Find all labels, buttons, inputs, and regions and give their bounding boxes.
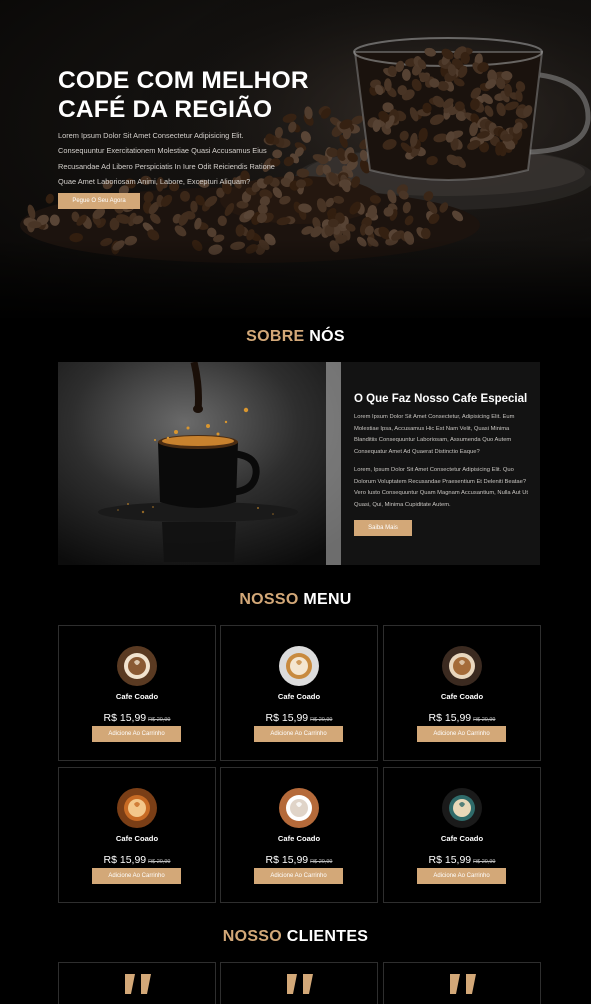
clients-title-accent: NOSSO [222,928,283,945]
coffee-cup-image [279,788,319,828]
client-card [220,962,378,1004]
quote-icon [125,974,151,994]
menu-item-price-row: R$ 15,99 R$ 20,99 [59,708,215,726]
menu-item-price-row: R$ 15,99 R$ 20,99 [384,850,540,868]
add-to-cart-button[interactable]: Adicione Ao Carrinho [92,726,181,742]
clients-title-rest: CLIENTES [282,928,369,945]
coffee-cup-image [117,788,157,828]
coffee-cup-image [442,646,482,686]
menu-item-name: Cafe Coado [440,692,484,701]
menu-item-name: Cafe Coado [277,692,321,701]
menu-item-price-row: R$ 15,99 R$ 20,99 [221,708,377,726]
about-heading: O Que Faz Nosso Cafe Especial [354,393,528,405]
menu-item-price-row: R$ 15,99 R$ 20,99 [59,850,215,868]
menu-item-price: R$ 15,99 [428,712,472,724]
add-to-cart-button[interactable]: Adicione Ao Carrinho [92,868,181,884]
menu-item-price: R$ 15,99 [103,854,147,866]
menu-item-card: Cafe Coado R$ 15,99 R$ 20,99 Adicione Ao Ca… [383,625,541,761]
quote-icon [287,974,313,994]
menu-item-card: Cafe Coado R$ 15,99 R$ 20,99 Adicione Ao Ca… [220,625,378,761]
menu-item-price-row: R$ 15,99 R$ 20,99 [221,850,377,868]
hero-section: CODE COM MELHOR CAFÉ DA REGIÃO Lorem Ips… [0,0,591,318]
about-title-accent: SOBRE [246,328,305,345]
menu-item-old-price: R$ 20,99 [148,859,171,865]
client-card [383,962,541,1004]
menu-item-name: Cafe Coado [115,834,159,843]
quote-icon [450,974,476,994]
menu-title-accent: NOSSO [239,591,299,608]
about-paragraph-1: Lorem Ipsum Dolor Sit Amet Consectetur, … [354,414,515,456]
coffee-cup-image [279,646,319,686]
clients-section-title: NOSSO CLIENTES [0,928,591,946]
menu-item-price: R$ 15,99 [103,712,147,724]
menu-item-card: Cafe Coado R$ 15,99 R$ 20,99 Adicione Ao Ca… [383,767,541,903]
menu-item-card: Cafe Coado R$ 15,99 R$ 20,99 Adicione Ao Ca… [58,767,216,903]
menu-item-old-price: R$ 20,99 [148,717,171,723]
coffee-splash-image [58,362,341,565]
add-to-cart-button[interactable]: Adicione Ao Carrinho [417,868,506,884]
get-yours-button[interactable]: Pegue O Seu Agora [58,193,140,209]
menu-item-old-price: R$ 20,99 [473,859,496,865]
menu-item-price: R$ 15,99 [265,712,309,724]
menu-item-old-price: R$ 20,99 [473,717,496,723]
about-paragraph-2: Lorem, Ipsum Dolor Sit Amet Consectetur … [354,467,528,509]
about-title-rest: NÓS [304,328,345,345]
about-section-title: SOBRE NÓS [0,328,591,346]
menu-section-title: NOSSO MENU [0,591,591,609]
menu-item-card: Cafe Coado R$ 15,99 R$ 20,99 Adicione Ao Ca… [220,767,378,903]
menu-item-card: Cafe Coado R$ 15,99 R$ 20,99 Adicione Ao Ca… [58,625,216,761]
menu-item-name: Cafe Coado [440,834,484,843]
add-to-cart-button[interactable]: Adicione Ao Carrinho [254,868,343,884]
menu-item-price-row: R$ 15,99 R$ 20,99 [384,708,540,726]
menu-item-old-price: R$ 20,99 [310,859,333,865]
hero-title-line2: CAFÉ DA REGIÃO [58,96,273,123]
coffee-cup-image [117,646,157,686]
hero-title: CODE COM MELHOR CAFÉ DA REGIÃO [58,66,318,124]
menu-item-name: Cafe Coado [277,834,321,843]
add-to-cart-button[interactable]: Adicione Ao Carrinho [254,726,343,742]
coffee-cup-image [442,788,482,828]
about-panel: O Que Faz Nosso Cafe Especial Lorem Ipsu… [58,362,540,565]
menu-item-price: R$ 15,99 [265,854,309,866]
add-to-cart-button[interactable]: Adicione Ao Carrinho [417,726,506,742]
hero-title-line1: CODE COM MELHOR [58,67,309,94]
learn-more-button[interactable]: Saiba Mais [354,520,412,536]
menu-item-name: Cafe Coado [115,692,159,701]
menu-item-price: R$ 15,99 [428,854,472,866]
menu-item-old-price: R$ 20,99 [310,717,333,723]
client-card [58,962,216,1004]
menu-title-rest: MENU [298,591,352,608]
hero-description: Lorem Ipsum Dolor Sit Amet Consectetur A… [58,131,275,187]
